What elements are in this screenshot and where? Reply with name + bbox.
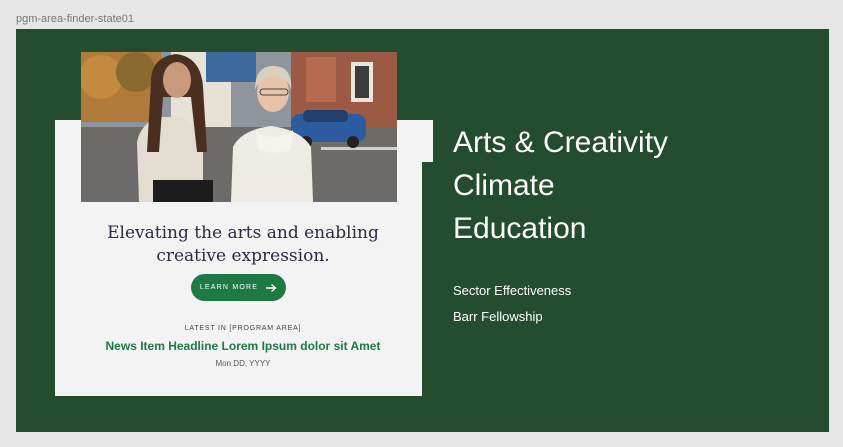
card-tab bbox=[397, 120, 433, 162]
program-area-item: Education bbox=[453, 207, 668, 250]
program-area-arts-link[interactable]: Arts & Creativity bbox=[453, 121, 668, 164]
secondary-link-list: Sector Effectiveness Barr Fellowship bbox=[453, 278, 571, 330]
latest-label: LATEST IN [PROGRAM AREA] bbox=[184, 325, 302, 332]
program-area-item: Arts & Creativity bbox=[453, 121, 668, 164]
barr-fellowship-link[interactable]: Barr Fellowship bbox=[453, 304, 571, 330]
program-area-education-link[interactable]: Education bbox=[453, 207, 668, 250]
arrow-right-icon bbox=[266, 283, 277, 292]
hero-photo bbox=[81, 52, 397, 202]
program-area-list: Arts & Creativity Climate Education bbox=[453, 121, 668, 250]
program-area-item: Climate bbox=[453, 164, 668, 207]
program-area-climate-link[interactable]: Climate bbox=[453, 164, 668, 207]
news-headline-link[interactable]: News Item Headline Lorem Ipsum dolor sit… bbox=[75, 339, 411, 353]
news-date: Mon DD, YYYY bbox=[215, 359, 271, 368]
frame-label: pgm-area-finder-state01 bbox=[16, 13, 135, 25]
card-tagline: Elevating the arts and enabling creative… bbox=[107, 223, 379, 266]
secondary-link-item: Barr Fellowship bbox=[453, 304, 571, 330]
secondary-link-item: Sector Effectiveness bbox=[453, 278, 571, 304]
learn-more-button[interactable]: LEARN MORE bbox=[191, 274, 286, 301]
sector-effectiveness-link[interactable]: Sector Effectiveness bbox=[453, 278, 571, 304]
learn-more-label: LEARN MORE bbox=[199, 284, 259, 291]
